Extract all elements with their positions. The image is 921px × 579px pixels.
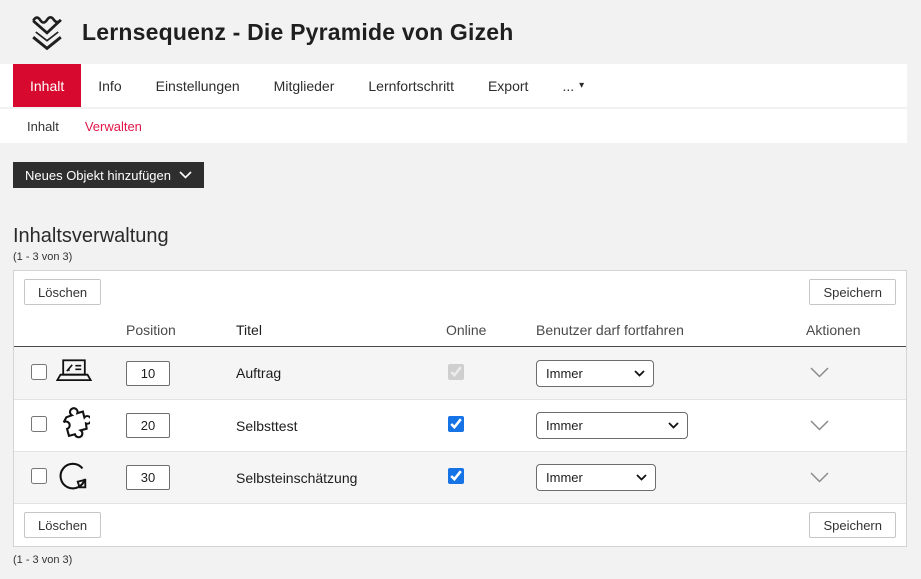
- subtab-verwalten[interactable]: Verwalten: [85, 119, 142, 134]
- column-header-position: Position: [116, 322, 228, 338]
- caret-down-icon: ▾: [579, 81, 584, 91]
- survey-icon: [56, 459, 90, 493]
- proceed-select[interactable]: Immer: [536, 412, 688, 439]
- row-select-checkbox[interactable]: [31, 468, 47, 484]
- column-header-actions: Aktionen: [768, 322, 906, 338]
- tab-info[interactable]: Info: [81, 64, 138, 107]
- save-button-bottom[interactable]: Speichern: [809, 512, 896, 538]
- table-row: Selbsttest Immer: [14, 399, 906, 451]
- test-icon: [56, 407, 90, 441]
- app-window: Lernsequenz - Die Pyramide von Gizeh Inh…: [0, 0, 921, 579]
- delete-button-bottom[interactable]: Löschen: [24, 512, 101, 538]
- table-row: Auftrag Immer: [14, 347, 906, 399]
- result-range-bottom: (1 - 3 von 3): [13, 554, 921, 566]
- row-actions-chevron-icon[interactable]: [810, 472, 829, 483]
- online-checkbox: [448, 364, 464, 380]
- proceed-select[interactable]: Immer: [536, 360, 654, 387]
- row-select-checkbox[interactable]: [31, 416, 47, 432]
- tab-bar: Inhalt Info Einstellungen Mitglieder Ler…: [0, 64, 907, 107]
- delete-button-top[interactable]: Löschen: [24, 279, 101, 305]
- learning-sequence-icon: [28, 11, 66, 53]
- tab-lernfortschritt[interactable]: Lernfortschritt: [351, 64, 471, 107]
- subtab-bar: Inhalt Verwalten: [0, 109, 907, 143]
- tab-mitglieder[interactable]: Mitglieder: [257, 64, 352, 107]
- row-title: Auftrag: [228, 365, 438, 381]
- row-title: Selbsttest: [228, 418, 438, 434]
- tab-einstellungen[interactable]: Einstellungen: [139, 64, 257, 107]
- column-header-online: Online: [438, 322, 528, 338]
- subtab-inhalt[interactable]: Inhalt: [27, 119, 59, 134]
- save-button-top[interactable]: Speichern: [809, 279, 896, 305]
- result-range-top: (1 - 3 von 3): [13, 251, 921, 263]
- row-title: Selbsteinschätzung: [228, 470, 438, 486]
- section-heading: Inhaltsverwaltung: [13, 225, 921, 248]
- add-object-button[interactable]: Neues Objekt hinzufügen: [13, 162, 204, 188]
- table-toolbar-top: Löschen Speichern: [14, 271, 906, 313]
- table-row: Selbsteinschätzung Immer: [14, 451, 906, 503]
- tab-export[interactable]: Export: [471, 64, 545, 107]
- online-checkbox[interactable]: [448, 468, 464, 484]
- page-title: Lernsequenz - Die Pyramide von Gizeh: [82, 19, 514, 46]
- exercise-icon: [56, 357, 92, 387]
- chevron-down-icon: [179, 171, 192, 179]
- position-input[interactable]: [126, 361, 170, 386]
- row-actions-chevron-icon[interactable]: [810, 367, 829, 378]
- content-table: Löschen Speichern Position Titel Online …: [13, 270, 907, 547]
- column-header-proceed: Benutzer darf fortfahren: [528, 322, 768, 338]
- position-input[interactable]: [126, 413, 170, 438]
- tab-inhalt[interactable]: Inhalt: [13, 64, 81, 107]
- row-select-checkbox[interactable]: [31, 364, 47, 380]
- proceed-select[interactable]: Immer: [536, 464, 656, 491]
- tab-more[interactable]: ... ▾: [545, 64, 601, 107]
- table-header-row: Position Titel Online Benutzer darf fort…: [14, 313, 906, 347]
- row-actions-chevron-icon[interactable]: [810, 420, 829, 431]
- column-header-title: Titel: [228, 322, 438, 338]
- table-toolbar-bottom: Löschen Speichern: [14, 503, 906, 546]
- page-header: Lernsequenz - Die Pyramide von Gizeh: [0, 0, 921, 64]
- position-input[interactable]: [126, 465, 170, 490]
- online-checkbox[interactable]: [448, 416, 464, 432]
